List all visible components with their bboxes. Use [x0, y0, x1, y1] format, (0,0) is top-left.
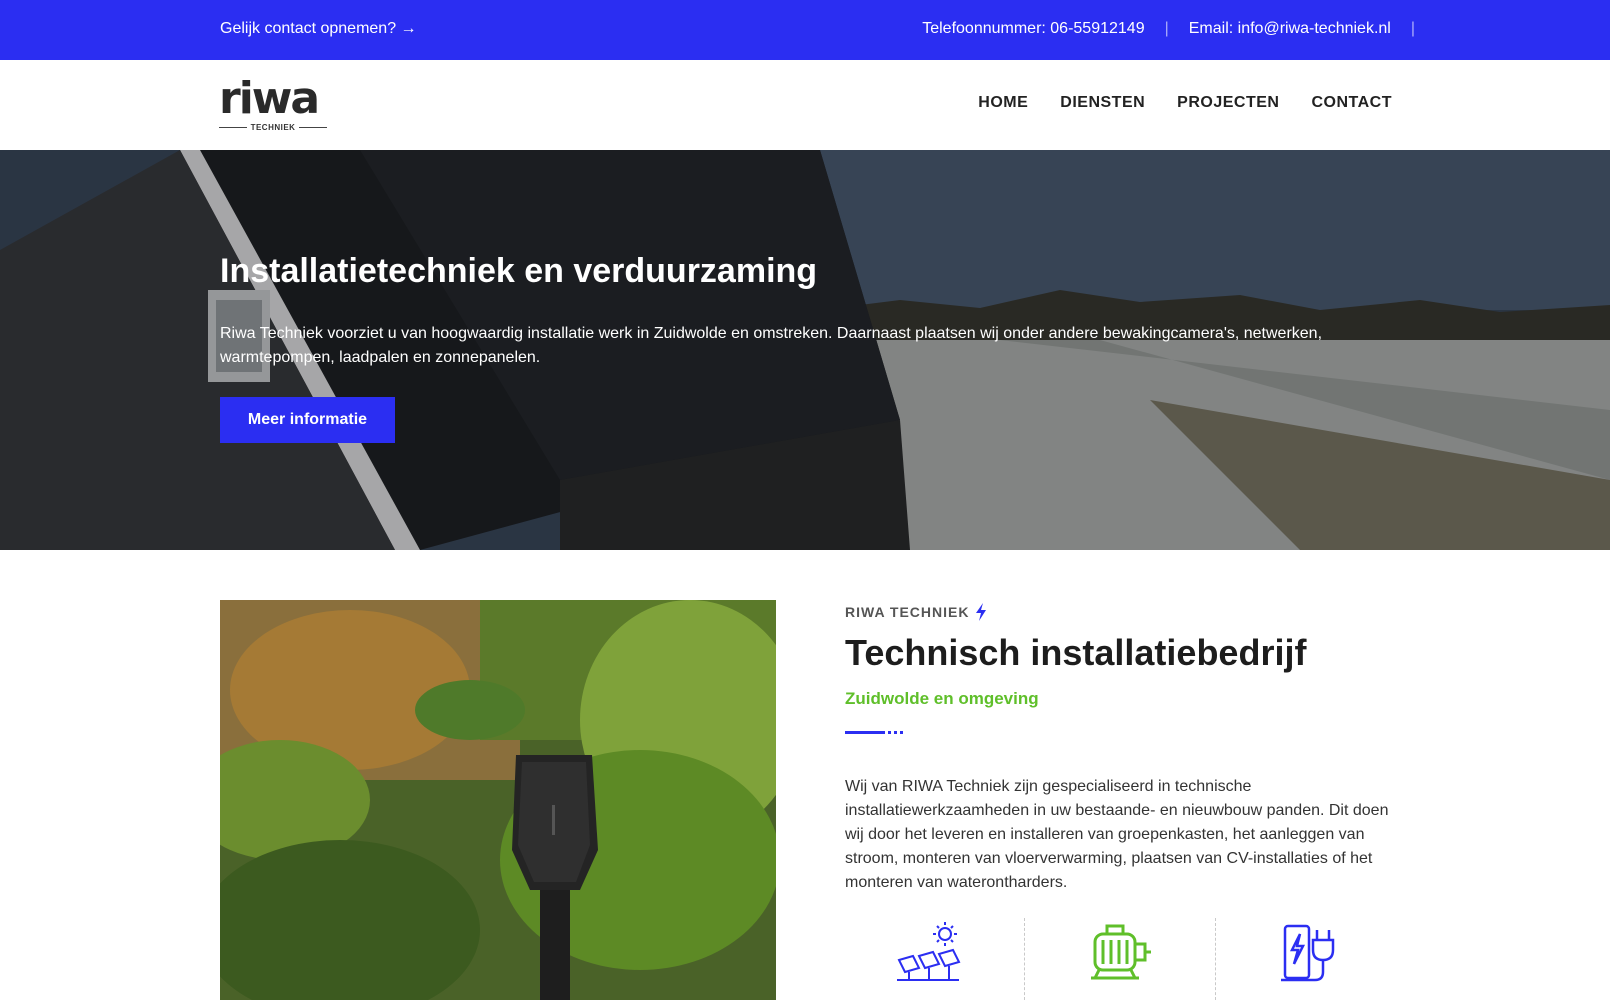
nav-home[interactable]: HOME	[978, 94, 1028, 112]
site-header: riwa TECHNIEK HOME DIENSTEN PROJECTEN CO…	[0, 60, 1610, 150]
logo-line	[219, 126, 247, 128]
divider-bar	[845, 731, 885, 734]
top-bar-contact-info: Telefoonnummer: 06-55912149 | Email: inf…	[922, 20, 1415, 38]
nav-diensten[interactable]: DIENSTEN	[1060, 94, 1145, 112]
section-kicker: RIWA TECHNIEK	[845, 603, 987, 621]
phone-link[interactable]: Telefoonnummer: 06-55912149	[922, 20, 1144, 38]
lightning-bolt-icon	[976, 603, 987, 621]
service-solar[interactable]	[845, 918, 1012, 1000]
divider-dot	[894, 731, 897, 734]
hero-banner: Installatietechniek en verduurzaming Riw…	[0, 150, 1610, 550]
hero-description: Riwa Techniek voorziet u van hoogwaardig…	[220, 325, 1323, 366]
services-icons-row	[845, 918, 1395, 1000]
service-ev-charger[interactable]	[1228, 918, 1395, 1000]
email-link[interactable]: Email: info@riwa-techniek.nl	[1189, 20, 1391, 38]
hero-title: Installatietechniek en verduurzaming	[220, 252, 818, 290]
section-title: Technisch installatiebedrijf	[845, 632, 1307, 673]
logo-line	[299, 126, 328, 128]
logo[interactable]: riwa TECHNIEK	[219, 73, 329, 132]
electric-motor-icon	[1091, 924, 1151, 980]
kicker-label: RIWA TECHNIEK	[845, 604, 970, 620]
garden-photo-illustration	[220, 600, 776, 1000]
contact-cta-link[interactable]: Gelijk contact opnemen? →	[220, 20, 417, 38]
ev-charger-icon	[1280, 924, 1334, 982]
section-body-text: Wij van RIWA Techniek zijn gespecialisee…	[845, 778, 1389, 891]
nav-contact[interactable]: CONTACT	[1311, 94, 1392, 112]
solar-panel-icon	[897, 922, 961, 981]
section-subtitle: Zuidwolde en omgeving	[845, 689, 1039, 708]
nav-projecten[interactable]: PROJECTEN	[1177, 94, 1279, 112]
logo-wordmark: riwa	[219, 73, 320, 124]
service-divider	[1215, 918, 1217, 1000]
main-nav: HOME DIENSTEN PROJECTEN CONTACT	[946, 94, 1392, 112]
service-motor[interactable]	[1037, 918, 1204, 1000]
divider-dot	[888, 731, 891, 734]
service-divider	[1023, 918, 1025, 1000]
logo-subtext: TECHNIEK	[250, 122, 296, 132]
divider-dot	[900, 731, 903, 734]
separator: |	[1164, 20, 1169, 37]
ev-charger-garden-photo	[220, 600, 776, 1000]
logo-sub: TECHNIEK	[219, 122, 328, 132]
top-bar: Gelijk contact opnemen? → Telefoonnummer…	[0, 0, 1610, 60]
separator: |	[1410, 20, 1415, 37]
title-divider	[845, 731, 903, 734]
more-info-button[interactable]: Meer informatie	[220, 397, 395, 443]
